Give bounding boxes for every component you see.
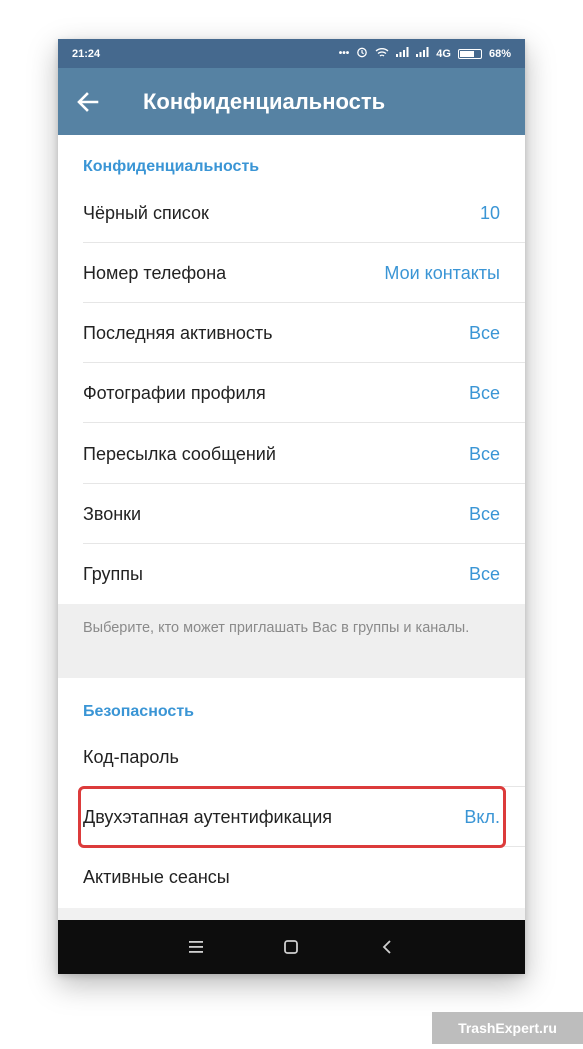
row-label: Код-пароль [83, 746, 179, 767]
signal-icon [416, 47, 429, 60]
menu-icon [188, 941, 203, 953]
row-label: Двухэтапная аутентификация [83, 806, 333, 827]
page-title: Конфиденциальность [143, 88, 386, 114]
row-label: Группы [83, 563, 143, 584]
row-value: Все [468, 503, 500, 524]
menu-button[interactable] [176, 927, 216, 967]
arrow-left-icon [77, 91, 99, 112]
row-label: Фотографии профиля [83, 382, 266, 403]
signal-icon [396, 47, 409, 60]
network-type: 4G [436, 47, 451, 60]
divider [83, 422, 525, 423]
phone-screen: 21:24 ••• 4G 68% Конфиденциальность Конф… [58, 39, 525, 974]
row-groups[interactable]: Группы Все [58, 544, 525, 604]
battery-icon [457, 48, 482, 59]
row-active-sessions[interactable]: Активные сеансы [58, 847, 525, 907]
section-header-privacy: Конфиденциальность [83, 158, 260, 175]
row-label: Активные сеансы [83, 866, 230, 887]
wifi-icon [375, 47, 389, 61]
row-label: Номер телефона [83, 262, 227, 283]
row-value: Все [468, 382, 500, 403]
row-value: Все [468, 563, 500, 584]
system-nav-bar [58, 920, 525, 974]
watermark: TrashExpert.ru [432, 1012, 583, 1044]
row-value: Все [468, 443, 500, 464]
row-blacklist[interactable]: Чёрный список 10 [58, 183, 525, 243]
section-header-security: Безопасность [83, 703, 194, 720]
row-label: Чёрный список [83, 202, 209, 223]
row-two-step-verification[interactable]: Двухэтапная аутентификация Вкл. [58, 787, 525, 847]
status-time: 21:24 [72, 47, 101, 60]
row-passcode[interactable]: Код-пароль [58, 727, 525, 787]
row-forwarding[interactable]: Пересылка сообщений Все [58, 424, 525, 484]
alarm-icon [356, 46, 368, 61]
row-value: Мои контакты [384, 262, 500, 283]
row-calls[interactable]: Звонки Все [58, 484, 525, 544]
home-icon [284, 940, 299, 954]
home-button[interactable] [271, 927, 311, 967]
row-last-seen[interactable]: Последняя активность Все [58, 303, 525, 363]
row-value: Все [468, 322, 500, 343]
row-profile-photos[interactable]: Фотографии профиля Все [58, 363, 525, 423]
status-bar: 21:24 ••• 4G 68% [58, 39, 525, 68]
app-bar: Конфиденциальность [58, 68, 525, 135]
back-icon [382, 940, 391, 954]
status-icons: ••• 4G 68% [339, 46, 511, 61]
row-label: Последняя активность [83, 322, 273, 343]
dots-icon: ••• [338, 47, 350, 59]
row-value: Вкл. [464, 806, 500, 827]
list-bottom-strip [58, 908, 525, 920]
row-value: 10 [479, 202, 500, 223]
row-label: Звонки [83, 503, 142, 524]
nav-back-button[interactable] [367, 927, 407, 967]
back-button[interactable] [58, 68, 118, 135]
row-label: Пересылка сообщений [83, 443, 276, 464]
battery-percent: 68% [488, 47, 511, 60]
row-phone-number[interactable]: Номер телефона Мои контакты [58, 243, 525, 303]
groups-hint-text: Выберите, кто может приглашать Вас в гру… [58, 604, 525, 678]
